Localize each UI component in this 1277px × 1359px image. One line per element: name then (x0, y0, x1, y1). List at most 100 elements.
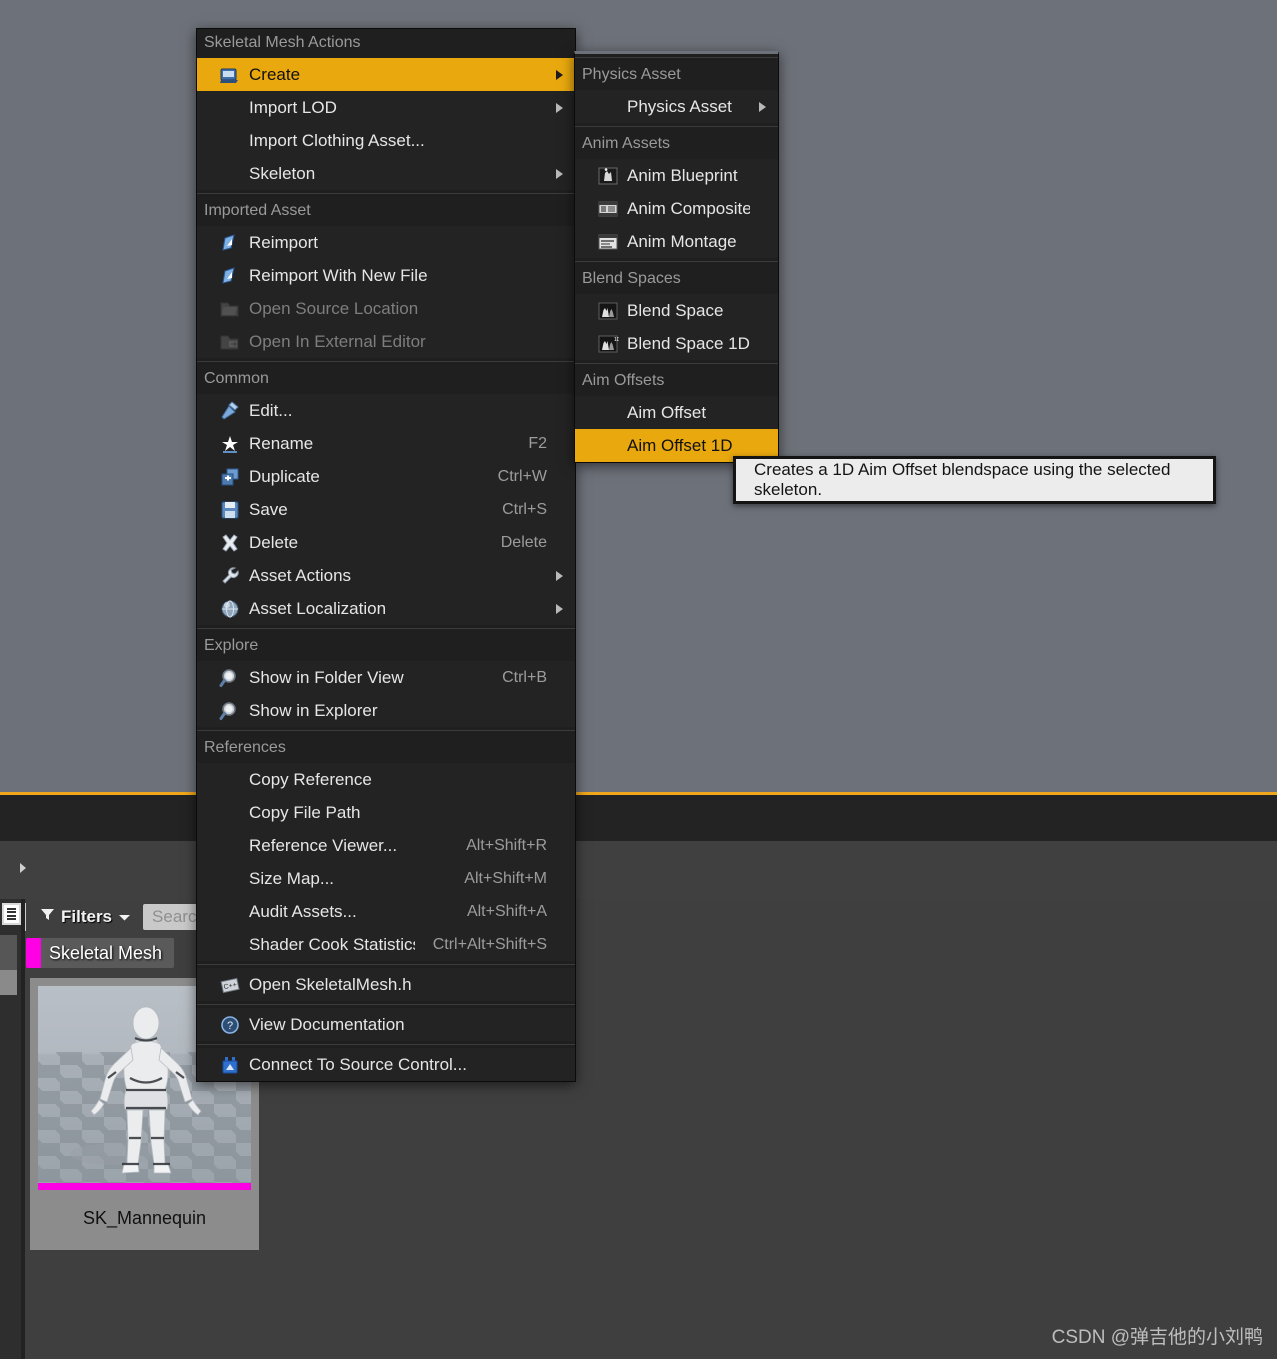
menu-item-label: Reimport (249, 232, 318, 252)
menu-item-duplicate[interactable]: Duplicate Ctrl+W (197, 460, 575, 493)
menu-item-open-source-location: Open Source Location (197, 292, 575, 325)
menu-item-connect-to-source-control[interactable]: Connect To Source Control... (197, 1048, 575, 1081)
submenu-item-blend-space-1d[interactable]: 1D Blend Space 1D (575, 327, 778, 360)
menu-item-shortcut: Ctrl+W (497, 467, 547, 485)
menu-item-label: Size Map... (249, 868, 335, 888)
menu-item-label: Create (249, 64, 301, 84)
menu-separator (197, 964, 575, 965)
menu-item-size-map[interactable]: Size Map... Alt+Shift+M (197, 862, 575, 895)
reimport-icon (215, 265, 245, 287)
menu-item-skeleton[interactable]: Skeleton (197, 157, 575, 190)
menu-item-label: Shader Cook Statistics... (249, 934, 415, 954)
menu-item-label: Open Source Location (249, 298, 419, 318)
rail-chip-lower (0, 970, 17, 995)
menu-separator (197, 1004, 575, 1005)
rail-chip-upper (0, 935, 17, 970)
watermark: CSDN @弹吉他的小刘鸭 (1051, 1327, 1263, 1348)
menu-item-label: Reimport With New File (249, 265, 428, 285)
menu-item-edit[interactable]: Edit... (197, 394, 575, 427)
menu-item-asset-localization[interactable]: Asset Localization (197, 592, 575, 625)
submenu-item-anim-composite[interactable]: Anim Composite (575, 192, 778, 225)
submenu-item-blend-space[interactable]: Blend Space (575, 294, 778, 327)
submenu-item-anim-blueprint[interactable]: Anim Blueprint (575, 159, 778, 192)
menu-item-delete[interactable]: Delete Delete (197, 526, 575, 559)
menu-item-label: Import LOD (249, 97, 337, 117)
editor-toolbar-band (0, 841, 1277, 899)
submenu-item-aim-offset[interactable]: Aim Offset (575, 396, 778, 429)
svg-text:?: ? (227, 1020, 233, 1032)
save-icon (215, 499, 245, 521)
submenu-item-label: Physics Asset (627, 96, 732, 116)
menu-item-copy-reference[interactable]: Copy Reference (197, 763, 575, 796)
submenu-body: Physics Asset Physics Asset Anim Assets Ani… (575, 57, 778, 462)
menu-item-shortcut: Alt+Shift+M (464, 869, 547, 887)
menu-item-show-in-folder-view[interactable]: Show in Folder View Ctrl+B (197, 661, 575, 694)
editor-dark-band (0, 795, 1277, 841)
menu-item-shortcut: Ctrl+Alt+Shift+S (432, 935, 547, 953)
reimport-icon (215, 232, 245, 254)
submenu-item-label: Blend Space (627, 300, 724, 320)
submenu-item-physics-asset[interactable]: Physics Asset (575, 90, 778, 123)
anim-blueprint-icon (593, 165, 623, 187)
chevron-down-icon (118, 907, 131, 927)
menu-item-copy-file-path[interactable]: Copy File Path (197, 796, 575, 829)
menu-item-shortcut: Alt+Shift+A (466, 902, 547, 920)
menu-separator (197, 193, 575, 194)
help-icon: ? (215, 1014, 245, 1036)
wrench-icon (215, 565, 245, 587)
menu-item-import-lod[interactable]: Import LOD (197, 91, 575, 124)
filter-chip-color-swatch (26, 938, 41, 968)
funnel-icon (40, 907, 55, 927)
menu-item-shader-cook-statistics[interactable]: Shader Cook Statistics... Ctrl+Alt+Shift+… (197, 928, 575, 961)
menu-item-label: Copy File Path (249, 802, 361, 822)
filter-chip-label: Skeletal Mesh (49, 942, 163, 963)
filters-button[interactable]: Filters (40, 907, 131, 927)
menu-section-header-references: References (197, 734, 575, 763)
menu-item-import-clothing-asset[interactable]: Import Clothing Asset... (197, 124, 575, 157)
menu-item-save[interactable]: Save Ctrl+S (197, 493, 575, 526)
blend-space-icon (593, 300, 623, 322)
menu-separator (575, 261, 778, 262)
menu-item-asset-actions[interactable]: Asset Actions (197, 559, 575, 592)
tooltip: Creates a 1D Aim Offset blendspace using… (733, 456, 1216, 504)
folder-open-icon (215, 298, 245, 320)
anim-montage-icon (593, 231, 623, 253)
menu-item-reimport[interactable]: Reimport (197, 226, 575, 259)
menu-item-reimport-with-new-file[interactable]: Reimport With New File (197, 259, 575, 292)
menu-separator (197, 730, 575, 731)
submenu-section-header-physics-asset: Physics Asset (575, 61, 778, 90)
magnifier-icon (215, 667, 245, 689)
menu-item-show-in-explorer[interactable]: Show in Explorer (197, 694, 575, 727)
menu-item-label: Open In External Editor (249, 331, 426, 351)
submenu-item-label: Aim Offset 1D (627, 435, 733, 455)
submenu-create: Physics Asset Physics Asset Anim Assets Ani… (574, 51, 779, 463)
menu-item-shortcut: Ctrl+S (502, 500, 547, 518)
submenu-item-label: Aim Offset (627, 402, 707, 422)
submenu-item-anim-montage[interactable]: Anim Montage (575, 225, 778, 258)
magnifier-icon (215, 700, 245, 722)
anim-composite-icon (593, 198, 623, 220)
menu-separator (575, 126, 778, 127)
filter-chip-skeletal-mesh[interactable]: Skeletal Mesh (26, 938, 175, 968)
submenu-item-label: Anim Blueprint (627, 165, 738, 185)
content-browser-tab-icon[interactable] (2, 903, 21, 925)
menu-item-view-documentation[interactable]: ? View Documentation (197, 1008, 575, 1041)
menu-item-label: View Documentation (249, 1014, 405, 1034)
menu-item-label: Import Clothing Asset... (249, 130, 425, 150)
menu-item-reference-viewer[interactable]: Reference Viewer... Alt+Shift+R (197, 829, 575, 862)
tooltip-text: Creates a 1D Aim Offset blendspace using… (754, 460, 1171, 499)
menu-item-label: Connect To Source Control... (249, 1054, 467, 1074)
menu-item-label: Reference Viewer... (249, 835, 398, 855)
expand-arrow-icon[interactable] (12, 857, 34, 879)
menu-item-shortcut: F2 (528, 434, 547, 452)
menu-separator (197, 1044, 575, 1045)
menu-item-label: Audit Assets... (249, 901, 357, 921)
svg-text:1D: 1D (614, 337, 619, 343)
menu-item-create[interactable]: Create (197, 58, 575, 91)
menu-item-audit-assets[interactable]: Audit Assets... Alt+Shift+A (197, 895, 575, 928)
menu-separator (575, 57, 778, 58)
menu-item-label: Rename (249, 433, 314, 453)
menu-item-open-skeletalmesh-h[interactable]: C++ Open SkeletalMesh.h (197, 968, 575, 1001)
menu-item-rename[interactable]: Rename F2 (197, 427, 575, 460)
menu-item-shortcut: Alt+Shift+R (466, 836, 547, 854)
